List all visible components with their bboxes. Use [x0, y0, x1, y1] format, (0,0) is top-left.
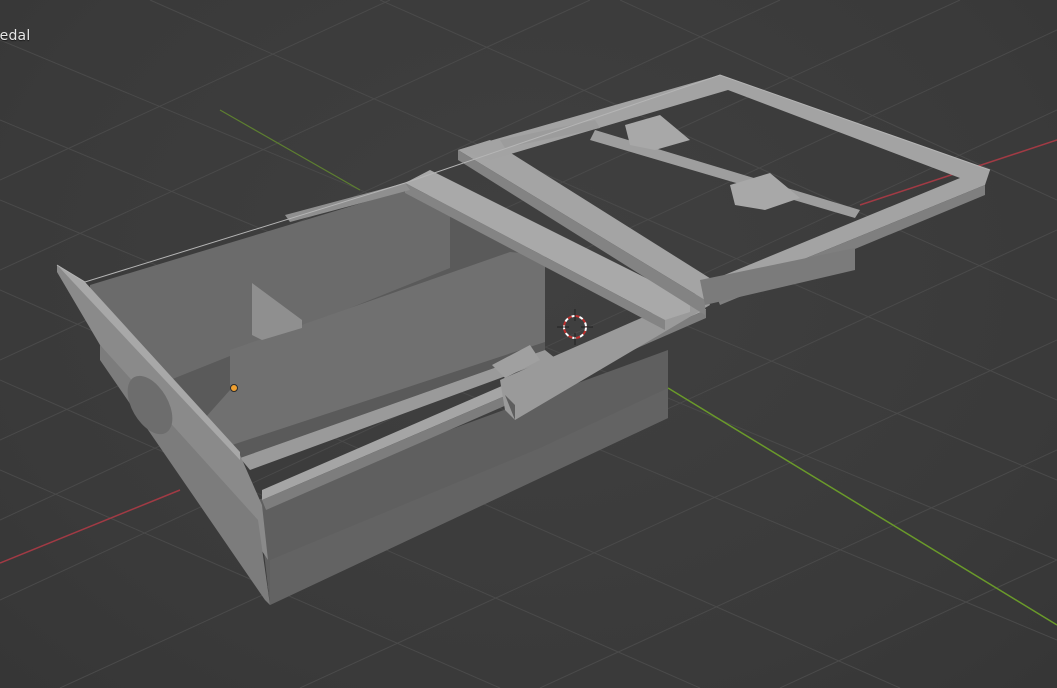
drawer-mesh[interactable]	[56, 74, 991, 605]
viewport-canvas[interactable]	[0, 0, 1057, 688]
object-origin-icon[interactable]	[230, 384, 238, 392]
object-name-label: redal	[0, 28, 31, 44]
x-axis-line	[0, 489, 181, 564]
3d-viewport[interactable]: redal	[0, 0, 1057, 688]
y-axis-line	[667, 387, 1057, 626]
y-axis-line-far	[219, 109, 361, 191]
